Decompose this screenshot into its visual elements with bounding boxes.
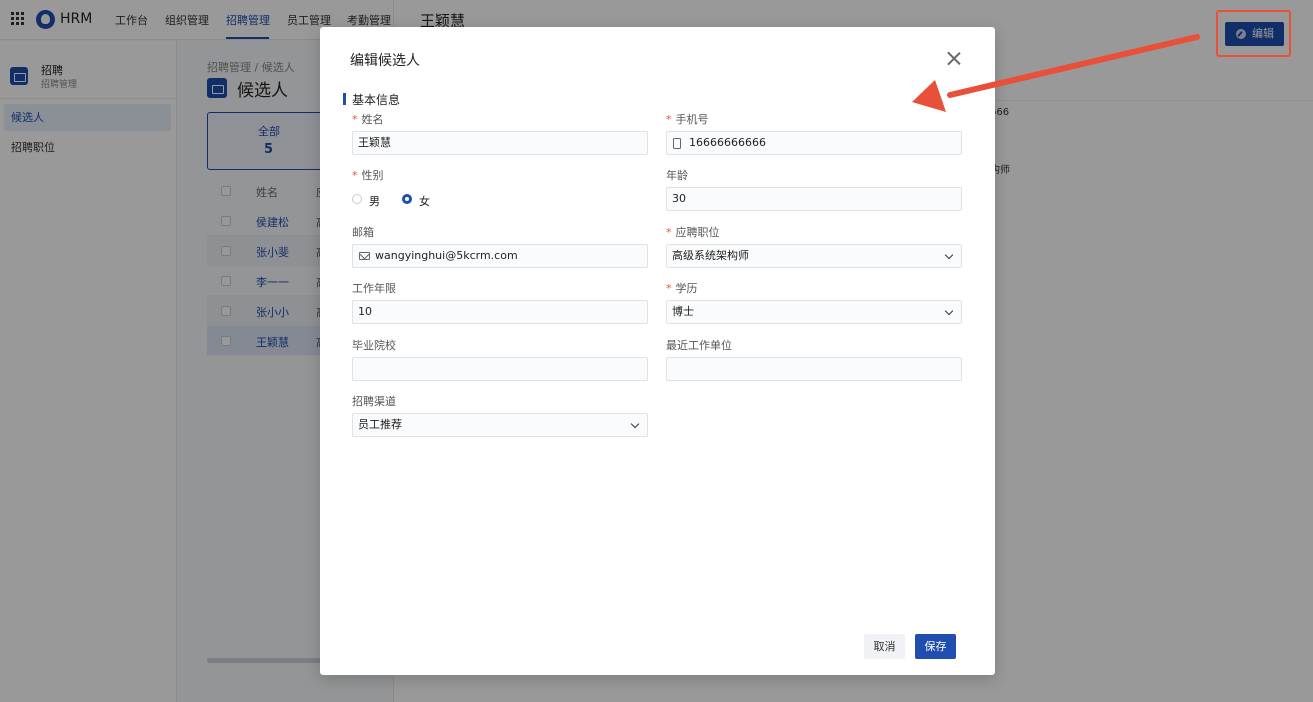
annotation-highlight-box xyxy=(1216,10,1291,57)
age-label: 年龄 xyxy=(666,169,688,182)
chevron-down-icon xyxy=(944,306,954,316)
email-field[interactable]: wangyinghui@5kcrm.com xyxy=(352,244,648,268)
gender-label: * 性别 xyxy=(352,169,384,182)
position-value: 高级系统架构师 xyxy=(672,249,749,262)
years-label: 工作年限 xyxy=(352,282,396,295)
gender-female-radio[interactable] xyxy=(402,194,412,204)
phone-label: * 手机号 xyxy=(666,113,709,126)
years-field[interactable]: 10 xyxy=(352,300,648,324)
section-title: 基本信息 xyxy=(352,93,401,107)
phone-value: 16666666666 xyxy=(689,136,766,149)
channel-value: 员工推荐 xyxy=(358,418,402,431)
channel-select[interactable]: 员工推荐 xyxy=(352,413,648,437)
gender-male-label[interactable]: 男 xyxy=(369,193,380,209)
school-label: 毕业院校 xyxy=(352,339,396,352)
name-label: * 姓名 xyxy=(352,113,384,126)
education-label: * 学历 xyxy=(666,282,698,295)
position-select[interactable]: 高级系统架构师 xyxy=(666,244,962,268)
chevron-down-icon xyxy=(630,419,640,429)
gender-male-radio[interactable] xyxy=(352,194,362,204)
channel-label: 招聘渠道 xyxy=(352,395,396,408)
chevron-down-icon xyxy=(944,250,954,260)
last-company-label: 最近工作单位 xyxy=(666,339,732,352)
school-field[interactable] xyxy=(352,357,648,381)
email-label: 邮箱 xyxy=(352,226,374,239)
position-label: * 应聘职位 xyxy=(666,226,720,239)
phone-field[interactable]: 16666666666 xyxy=(666,131,962,155)
mail-icon xyxy=(359,252,370,260)
cancel-button[interactable]: 取消 xyxy=(864,634,905,659)
phone-icon xyxy=(673,138,681,149)
edit-candidate-dialog: 编辑候选人 基本信息 * 姓名 王颖慧 * 手机号 16666666666 * 性别 … xyxy=(320,27,995,675)
education-value: 博士 xyxy=(672,305,694,318)
gender-female-label[interactable]: 女 xyxy=(419,193,430,209)
email-value: wangyinghui@5kcrm.com xyxy=(375,249,518,262)
name-field[interactable]: 王颖慧 xyxy=(352,131,648,155)
age-field[interactable]: 30 xyxy=(666,187,962,211)
dialog-title: 编辑候选人 xyxy=(350,53,420,69)
last-company-field[interactable] xyxy=(666,357,962,381)
close-icon[interactable] xyxy=(946,51,961,66)
section-accent-bar xyxy=(343,93,346,105)
save-button[interactable]: 保存 xyxy=(915,634,956,659)
education-select[interactable]: 博士 xyxy=(666,300,962,324)
